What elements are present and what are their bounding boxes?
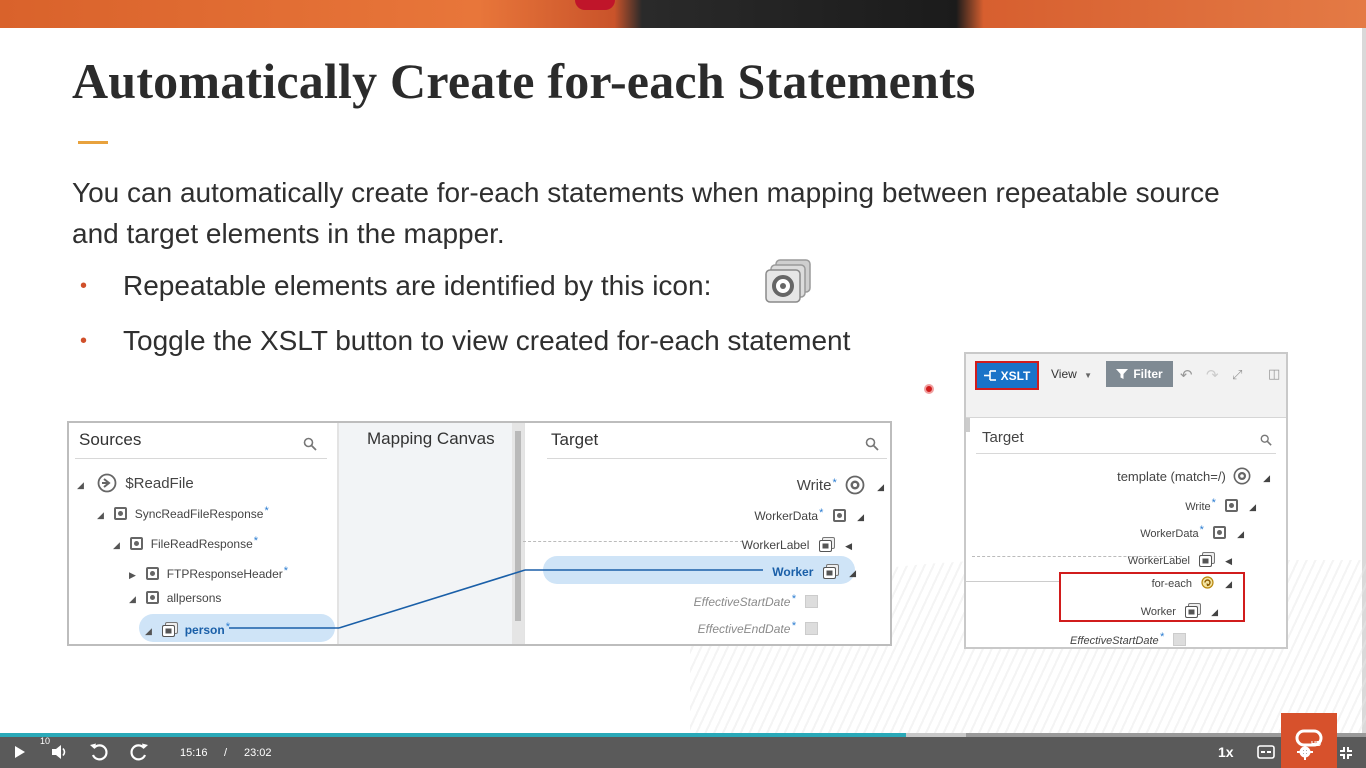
required-marker: * [1211,497,1216,509]
slide-header-banner [0,0,1366,28]
node-label: Write [1185,501,1211,513]
maximize-icon[interactable]: ⤢ [1232,367,1242,383]
forward-icon[interactable] [129,742,149,762]
hd-badge: HD [1311,741,1322,748]
xslt-node-worker[interactable]: Worker ◢ [1141,603,1218,618]
lead-paragraph: You can automatically create for-each st… [72,177,1220,249]
title-accent-rule [78,141,108,144]
time-separator: / [224,747,228,759]
panel-toggle-icon[interactable]: ◫ [1268,366,1280,382]
undo-icon[interactable]: ↶ [1180,366,1193,384]
filter-button[interactable]: Filter [1106,361,1173,387]
element-icon [1225,499,1239,512]
duration: 23:02 [244,747,272,759]
xslt-node-effectivestartdate[interactable]: EffectiveStartDate* [1070,631,1186,647]
collapse-triangle-icon[interactable]: ◢ [1211,607,1218,618]
play-icon[interactable] [14,745,26,759]
xslt-view-screenshot: XSLT View ▼ Filter ↶ ↷ ⤢ ◫ Target templa… [964,352,1288,649]
header-divider [976,453,1276,454]
progress-bar[interactable] [0,733,1366,737]
panel-sash [966,418,970,432]
required-marker: * [1199,524,1204,536]
xslt-node-write[interactable]: Write* ◢ [1185,497,1256,513]
current-time: 15:16 [180,747,208,759]
collapse-triangle-icon[interactable]: ◢ [1249,502,1256,513]
playback-speed-button[interactable]: 1x [1218,744,1234,760]
slide-title: Automatically Create for-each Statements [72,53,976,109]
cursor-indicator [924,384,934,394]
collapse-triangle-icon[interactable]: ◀ [1225,556,1232,567]
repeatable-icon [1199,552,1216,567]
bullet-dot: • [80,330,88,352]
node-label: Worker [1140,606,1176,618]
node-label: template (match=/) [1117,469,1226,484]
node-label: WorkerLabel [1127,555,1190,567]
required-marker: * [1159,631,1164,643]
xslt-node-template[interactable]: template (match=/) ◢ [1117,467,1270,485]
repeatable-element-icon [765,259,811,303]
mapping-connector [966,581,1059,582]
mapper-screenshot: Sources ◢ $ReadFile ◢ SyncReadFileRespon… [67,421,892,646]
collapse-triangle-icon[interactable]: ◢ [1225,579,1232,590]
rewind-icon[interactable] [89,742,109,762]
progress-played [0,733,906,737]
bullet-text: Repeatable elements are identified by th… [123,270,712,301]
bullet-text: Toggle the XSLT button to view created f… [123,325,851,356]
node-label: for-each [1151,578,1192,590]
for-each-loop-icon [1201,576,1214,589]
mapping-line [229,569,763,629]
mapper-toolbar: XSLT View ▼ Filter ↶ ↷ ⤢ ◫ [966,354,1286,418]
xslt-button-label: XSLT [1000,368,1031,383]
exit-fullscreen-icon[interactable] [1339,746,1353,760]
filter-button-label: Filter [1133,367,1163,381]
element-icon [1213,526,1227,539]
node-label: EffectiveStartDate [1070,635,1159,647]
search-icon[interactable] [1260,434,1272,446]
progress-buffered [906,733,966,737]
xslt-node-workerdata[interactable]: WorkerData* ◢ [1140,524,1244,540]
collapse-triangle-icon[interactable]: ◢ [1237,529,1244,540]
xslt-toggle-button[interactable]: XSLT [975,361,1039,390]
xslt-icon [983,370,996,381]
chapter-marker: 10 [40,736,51,746]
xslt-node-workerlabel[interactable]: WorkerLabel ◀ [1128,552,1232,567]
node-label: WorkerData [1140,528,1199,540]
unmapped-icon [1173,633,1186,646]
repeatable-icon [1185,603,1202,618]
volume-icon[interactable] [51,744,69,760]
chevron-down-icon: ▼ [1084,371,1093,380]
xslt-target-header: Target [982,429,1024,446]
captions-icon[interactable] [1257,745,1275,759]
template-icon [1233,467,1251,485]
filter-funnel-icon [1116,369,1129,379]
banner-decoration [575,0,615,10]
redo-icon[interactable]: ↷ [1206,366,1219,384]
collapse-triangle-icon[interactable]: ◢ [1263,473,1270,484]
view-button-label: View [1051,367,1077,381]
bullet-dot: • [80,275,88,297]
xslt-node-foreach[interactable]: for-each ◢ [1152,576,1232,590]
view-menu-button[interactable]: View ▼ [1051,367,1092,381]
